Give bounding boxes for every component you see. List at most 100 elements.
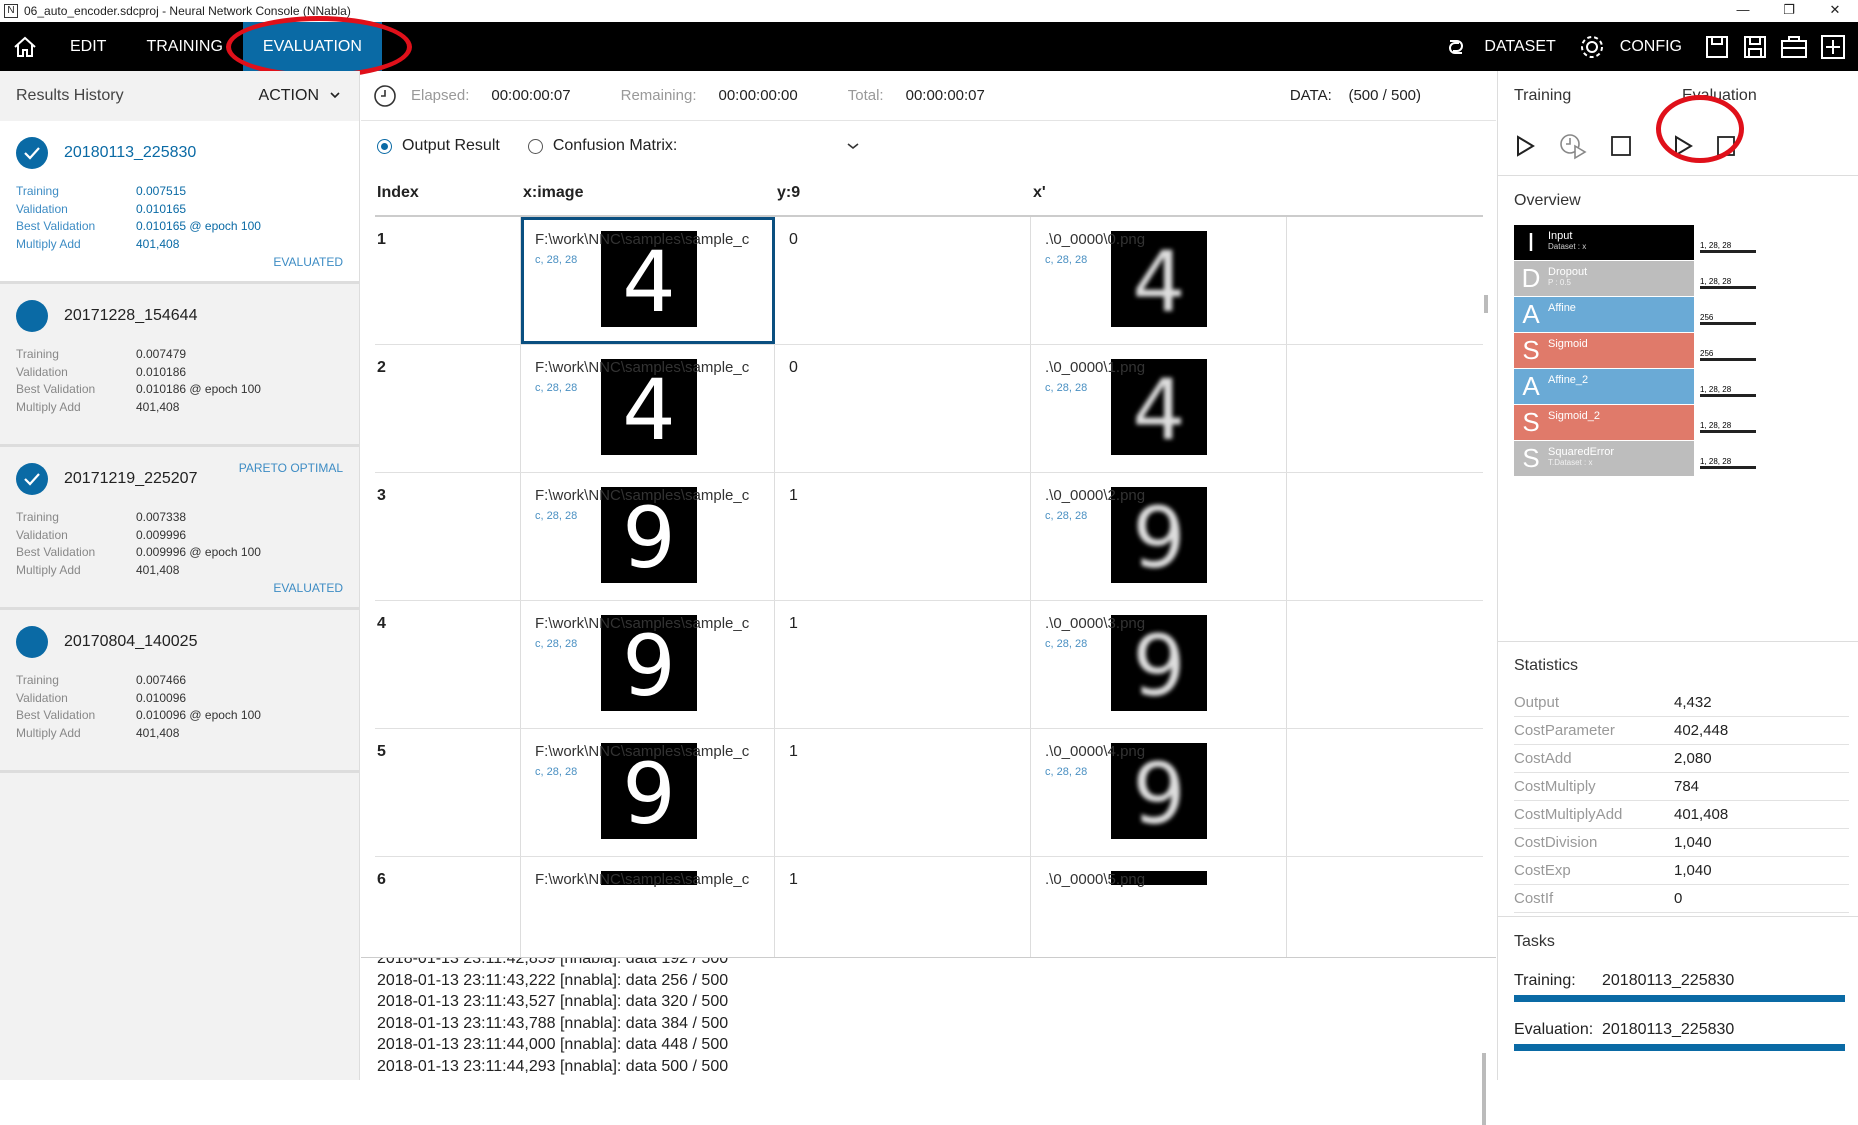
history-item[interactable]: 20171228_154644 Training 0.007479 Validatio… [0,284,359,447]
layer-name: Affine_2 [1548,374,1589,386]
play-icon [1675,135,1693,157]
action-dropdown[interactable]: ACTION [259,87,343,105]
restore-button[interactable]: ❐ [1766,0,1812,22]
x-image-path: F:\work\NNC\samples\sample_c [535,743,750,760]
network-layer-node[interactable]: S SquaredError T.Dataset : x [1514,441,1694,476]
toolbox-button[interactable] [1780,34,1808,60]
stop-icon [1717,136,1735,156]
x-image-cell[interactable]: 4 F:\work\NNC\samples\sample_c c, 28, 28 [521,345,775,472]
network-layer-node[interactable]: A Affine [1514,297,1694,332]
save-icon [1706,35,1728,58]
stat-label: Best Validation [16,545,96,559]
tab-training[interactable]: TRAINING [126,22,242,71]
stat-row: Validation 0.010186 [16,364,343,382]
y-cell: 1 [775,601,1031,728]
network-layer-node[interactable]: I Input Dataset : x [1514,225,1694,260]
stat-row: Best Validation 0.009996 @ epoch 100 [16,544,343,562]
x-prime-cell[interactable]: 9 .\0_0000\2.png c, 28, 28 [1031,473,1287,600]
x-image-cell[interactable]: 9 F:\work\NNC\samples\sample_c c, 28, 28 [521,729,775,856]
home-button[interactable] [0,22,50,71]
history-item[interactable]: 20180113_225830 Training 0.007515 Validatio… [0,121,359,284]
log-scrollbar[interactable] [1482,1053,1486,1125]
x-image-cell[interactable]: F:\work\NNC\samples\sample_c [521,857,775,957]
run-evaluation-button[interactable] [1672,134,1694,158]
menu-bar: EDIT TRAINING EVALUATION DATASET CONFIG [0,22,1858,71]
x-prime-cell[interactable]: 4 .\0_0000\0.png c, 28, 28 [1031,217,1287,344]
evaluated-badge: EVALUATED [273,255,343,269]
network-layer-node[interactable]: S Sigmoid [1514,333,1694,368]
task-item[interactable]: Evaluation: 20180113_225830 [1514,1016,1845,1051]
table-row[interactable]: 1 4 F:\work\NNC\samples\sample_c c, 28, 28 0… [375,217,1483,345]
history-item-name: 20180113_225830 [64,144,197,161]
minimize-button[interactable]: — [1720,0,1766,22]
tasks-label: Tasks [1514,933,1555,950]
statistics-row: CostIf 0 [1514,885,1849,913]
task-line: Training: 20180113_225830 [1514,967,1845,995]
x-prime-cell[interactable]: 4 .\0_0000\1.png c, 28, 28 [1031,345,1287,472]
stat-row: Validation 0.010165 [16,201,343,219]
table-row[interactable]: 4 9 F:\work\NNC\samples\sample_c c, 28, 28 1… [375,601,1483,729]
x-image-path: F:\work\NNC\samples\sample_c [535,871,750,888]
table-row[interactable]: 2 4 F:\work\NNC\samples\sample_c c, 28, 28 0… [375,345,1483,473]
stat-label: Training [16,673,59,687]
network-layer-node[interactable]: S Sigmoid_2 [1514,405,1694,440]
layer-param: P : 0.5 [1548,278,1571,287]
tab-edit[interactable]: EDIT [50,22,126,71]
table-row[interactable]: 6 F:\work\NNC\samples\sample_c 1 .\0_0000\5… [375,857,1483,957]
header-index[interactable]: Index [375,184,521,202]
x-image-cell[interactable]: 9 F:\work\NNC\samples\sample_c c, 28, 28 [521,473,775,600]
save-button[interactable] [1704,34,1730,60]
x-prime-cell[interactable]: .\0_0000\5.png [1031,857,1287,957]
stat-label: Training [16,347,59,361]
network-overview[interactable]: I Input Dataset : x 1, 28, 28 D Dropout P : 0.… [1498,225,1858,525]
save-as-button[interactable] [1742,34,1768,60]
confusion-matrix-radio[interactable]: Confusion Matrix: [527,137,677,155]
log-line: 2018-01-13 23:11:42,859 [nnabla]: data 1… [377,957,729,967]
run-training-button[interactable] [1514,134,1536,158]
history-item[interactable]: 20170804_140025 Training 0.007466 Validatio… [0,610,359,773]
view-selector: Output Result Confusion Matrix: [361,121,1496,171]
table-row[interactable]: 3 9 F:\work\NNC\samples\sample_c c, 28, 28 1… [375,473,1483,601]
stat-label: Validation [16,201,68,216]
x-prime-cell[interactable]: 9 .\0_0000\4.png c, 28, 28 [1031,729,1287,856]
statistics-value: 784 [1674,778,1700,795]
network-layer-node[interactable]: A Affine_2 [1514,369,1694,404]
confusion-matrix-dropdown-chevron-icon[interactable] [845,141,861,151]
statistics-row: CostParameter 402,448 [1514,717,1849,745]
header-x-prime[interactable]: x' [1031,184,1287,202]
stat-value: 0.007479 [136,347,187,361]
layer-name: Sigmoid_2 [1548,410,1600,422]
layer-text: Dropout P : 0.5 [1548,261,1587,296]
history-item[interactable]: 20171219_225207 PARETO OPTIMAL Training 0.0… [0,447,359,610]
fullscreen-button[interactable] [1820,34,1846,60]
stop-training-button[interactable] [1610,135,1632,157]
statistics-value: 0 [1674,890,1683,907]
x-image-cell[interactable]: 4 F:\work\NNC\samples\sample_c c, 28, 28 [521,217,775,344]
header-y[interactable]: y:9 [775,184,1031,202]
x-prime-cell[interactable]: 9 .\0_0000\3.png c, 28, 28 [1031,601,1287,728]
table-row[interactable]: 5 9 F:\work\NNC\samples\sample_c c, 28, 28 1… [375,729,1483,857]
x-prime-path: .\0_0000\5.png [1045,871,1146,888]
tasks-section: Tasks Training: 20180113_225830 Evaluation… [1498,916,1858,1080]
table-scrollbar[interactable] [1484,295,1488,313]
stop-evaluation-button[interactable] [1716,135,1736,157]
header-x-image[interactable]: x:image [521,184,775,202]
empty-cell [1287,601,1483,728]
network-layer-node[interactable]: D Dropout P : 0.5 [1514,261,1694,296]
stat-label: Validation [16,364,68,379]
resume-training-button[interactable] [1558,132,1588,160]
y-cell: 1 [775,857,1031,957]
window-title: 06_auto_encoder.sdcproj - Neural Network… [24,4,351,18]
data-count: DATA: (500 / 500) [1289,87,1421,104]
tab-evaluation[interactable]: EVALUATION [242,22,382,71]
task-item[interactable]: Training: 20180113_225830 [1514,967,1845,1002]
table-header: Index x:image y:9 x' [375,171,1483,217]
dataset-button[interactable]: DATASET [1442,36,1556,58]
stat-row: Best Validation 0.010165 @ epoch 100 [16,218,343,236]
home-icon [14,36,36,57]
x-image-cell[interactable]: 9 F:\work\NNC\samples\sample_c c, 28, 28 [521,601,775,728]
close-button[interactable]: ✕ [1812,0,1858,22]
config-button[interactable]: CONFIG [1578,33,1682,61]
status-dot-icon [16,626,48,658]
output-result-radio[interactable]: Output Result [377,137,500,155]
